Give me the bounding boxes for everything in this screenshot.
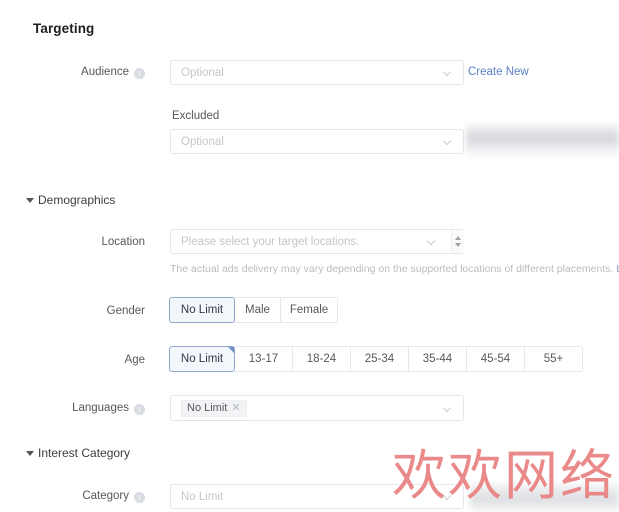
section-demographics-label: Demographics: [38, 193, 116, 207]
close-x-icon[interactable]: ✕: [231, 402, 240, 414]
excluded-placeholder: Optional: [181, 135, 224, 148]
gender-option-label: No Limit: [180, 304, 224, 316]
age-option-35-44[interactable]: 35-44: [409, 346, 467, 372]
chevron-down-icon: [444, 492, 453, 501]
location-hint-text: The actual ads delivery may vary dependi…: [170, 263, 614, 275]
location-select[interactable]: Please select your target locations.: [170, 229, 464, 254]
age-option-45-54[interactable]: 45-54: [467, 346, 525, 372]
section-interest-category-label: Interest Category: [38, 446, 131, 460]
age-option-label: 13-17: [248, 353, 279, 365]
caret-down-icon: [26, 197, 34, 203]
gender-option-label: Female: [289, 304, 329, 316]
excluded-label: Excluded: [172, 110, 220, 122]
chevron-down-icon: [444, 404, 453, 413]
age-label: Age: [124, 354, 145, 366]
spinner-down-icon[interactable]: [455, 243, 461, 247]
location-placeholder: Please select your target locations.: [181, 235, 360, 248]
category-placeholder: No Limit: [181, 490, 224, 503]
location-label: Location: [101, 236, 145, 248]
languages-select[interactable]: No Limit ✕: [170, 395, 464, 421]
info-circle-icon[interactable]: i: [134, 404, 145, 415]
age-option-label: 18-24: [306, 353, 337, 365]
page-title: Targeting: [33, 21, 95, 36]
section-interest-category[interactable]: Interest Category: [26, 446, 130, 460]
category-label: Category i: [76, 490, 145, 503]
languages-tag-label: No Limit: [187, 402, 228, 414]
gender-option-female[interactable]: Female: [281, 297, 338, 323]
age-option-55-plus[interactable]: 55+: [525, 346, 583, 372]
languages-tag-list: No Limit ✕: [181, 399, 438, 417]
audience-select[interactable]: Optional: [170, 60, 464, 85]
age-option-label: 45-54: [480, 353, 511, 365]
chevron-down-icon: [444, 68, 453, 77]
age-option-label: 35-44: [422, 353, 453, 365]
age-option-label: No Limit: [180, 353, 224, 365]
caret-down-icon: [26, 450, 34, 456]
age-option-25-34[interactable]: 25-34: [351, 346, 409, 372]
info-circle-icon[interactable]: i: [134, 492, 145, 503]
section-demographics[interactable]: Demographics: [26, 193, 115, 207]
gender-label: Gender: [106, 305, 145, 317]
targeting-page: Targeting Audience i Optional Create New …: [0, 0, 619, 512]
audience-placeholder: Optional: [181, 66, 224, 79]
redacted-region: [466, 122, 619, 160]
category-select[interactable]: No Limit: [170, 484, 464, 509]
audience-label: Audience i: [70, 66, 145, 79]
chevron-down-icon: [428, 237, 437, 246]
location-spinner[interactable]: [451, 230, 464, 253]
chevron-down-icon: [444, 137, 453, 146]
location-hint: The actual ads delivery may vary dependi…: [170, 263, 619, 275]
gender-option-label: Male: [245, 304, 270, 316]
age-option-13-17[interactable]: 13-17: [235, 346, 293, 372]
age-option-18-24[interactable]: 18-24: [293, 346, 351, 372]
spinner-up-icon[interactable]: [455, 236, 461, 240]
excluded-select[interactable]: Optional: [170, 129, 464, 154]
gender-option-no-limit[interactable]: No Limit: [169, 297, 235, 323]
create-new-link[interactable]: Create New: [468, 66, 529, 78]
age-options: No Limit 13-17 18-24 25-34 35-44 45-54 5…: [169, 346, 583, 372]
gender-option-male[interactable]: Male: [235, 297, 281, 323]
gender-options: No Limit Male Female: [169, 297, 338, 323]
info-circle-icon[interactable]: i: [134, 68, 145, 79]
age-option-label: 55+: [543, 353, 564, 365]
age-option-no-limit[interactable]: No Limit: [169, 346, 235, 372]
languages-label: Languages i: [62, 402, 145, 415]
age-option-label: 25-34: [364, 353, 395, 365]
languages-tag[interactable]: No Limit ✕: [181, 399, 247, 417]
redacted-region: [470, 480, 619, 512]
